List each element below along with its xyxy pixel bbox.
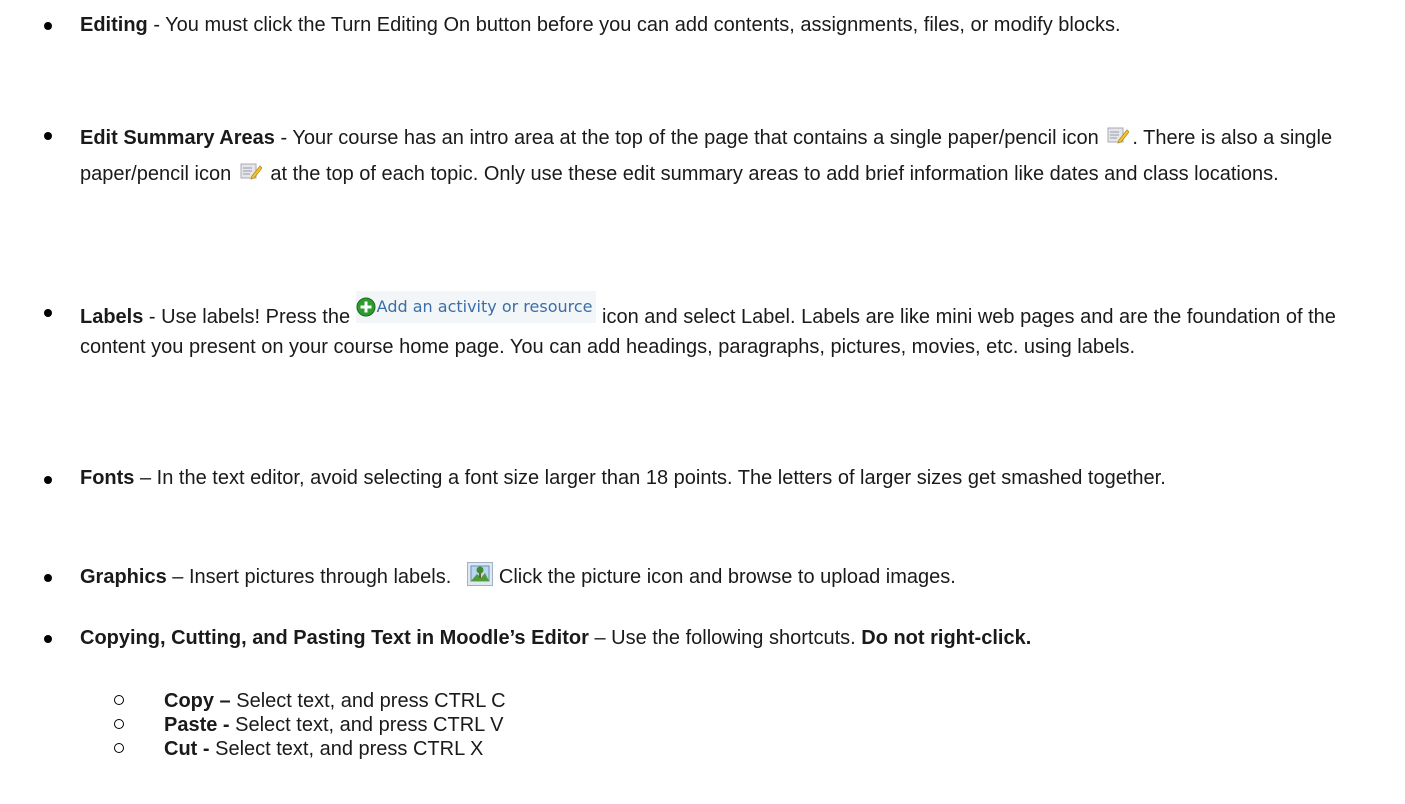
item-title: Edit Summary Areas <box>80 127 275 149</box>
item-body-b: Click the picture icon and browse to upl… <box>498 566 956 588</box>
sub-bullet <box>114 743 124 753</box>
item-text: Copying, Cutting, and Pasting Text in Mo… <box>80 623 1385 654</box>
paper-pencil-icon <box>240 163 262 180</box>
item-title: Copying, Cutting, and Pasting Text in Mo… <box>80 627 589 649</box>
shortcut-text: Paste - Select text, and press CTRL V <box>164 714 503 736</box>
item-body-a: - Use labels! Press the <box>143 306 351 328</box>
shortcut-body: Select text, and press CTRL C <box>230 690 506 712</box>
sub-bullet <box>114 695 124 705</box>
item-text: Editing - You must click the Turn Editin… <box>80 10 1385 41</box>
shortcut-title: Copy – <box>164 690 231 712</box>
bullet-dot <box>44 476 52 484</box>
shortcut-body: Select text, and press CTRL X <box>209 738 484 760</box>
item-body: – In the text editor, avoid selecting a … <box>134 467 1166 489</box>
shortcut-item-paste: Paste - Select text, and press CTRL V <box>80 714 1280 736</box>
shortcut-title: Paste - <box>164 714 230 736</box>
item-text: Edit Summary Areas - Your course has an … <box>80 120 1385 192</box>
item-body-c: at the top of each topic. Only use these… <box>270 163 1279 185</box>
bullet-dot <box>44 22 52 30</box>
item-emphasis: Do not right-click. <box>861 627 1032 649</box>
item-title: Editing <box>80 14 148 36</box>
add-activity-button[interactable]: Add an activity or resource <box>355 291 597 323</box>
paper-pencil-icon <box>1107 127 1130 144</box>
item-text: Labels - Use labels! Press the Add an ac… <box>80 291 1385 362</box>
item-body-a: – Insert pictures through labels. <box>166 566 452 588</box>
shortcut-text: Copy – Select text, and press CTRL C <box>164 690 506 712</box>
item-title: Graphics <box>80 566 167 588</box>
bullet-dot <box>44 132 52 140</box>
bullet-dot <box>44 309 52 317</box>
add-activity-label: Add an activity or resource <box>376 297 593 316</box>
shortcut-body: Select text, and press CTRL V <box>229 714 504 736</box>
shortcut-item-copy: Copy – Select text, and press CTRL C <box>80 690 1280 712</box>
shortcut-item-cut: Cut - Select text, and press CTRL X <box>80 738 1280 760</box>
shortcut-text: Cut - Select text, and press CTRL X <box>164 738 483 760</box>
bullet-dot <box>44 635 52 643</box>
picture-icon[interactable] <box>466 561 493 586</box>
add-plus-icon <box>356 297 376 317</box>
item-body: – Use the following shortcuts. <box>588 627 862 649</box>
item-text: Graphics – Insert pictures through label… <box>80 561 1385 593</box>
item-title: Fonts <box>80 467 135 489</box>
bullet-dot <box>44 574 52 582</box>
item-body: - You must click the Turn Editing On but… <box>147 14 1121 36</box>
item-title: Labels <box>80 306 144 328</box>
item-text: Fonts – In the text editor, avoid select… <box>80 464 1385 492</box>
shortcut-title: Cut - <box>164 738 210 760</box>
item-body-a: - Your course has an intro area at the t… <box>274 127 1099 149</box>
sub-bullet <box>114 719 124 729</box>
